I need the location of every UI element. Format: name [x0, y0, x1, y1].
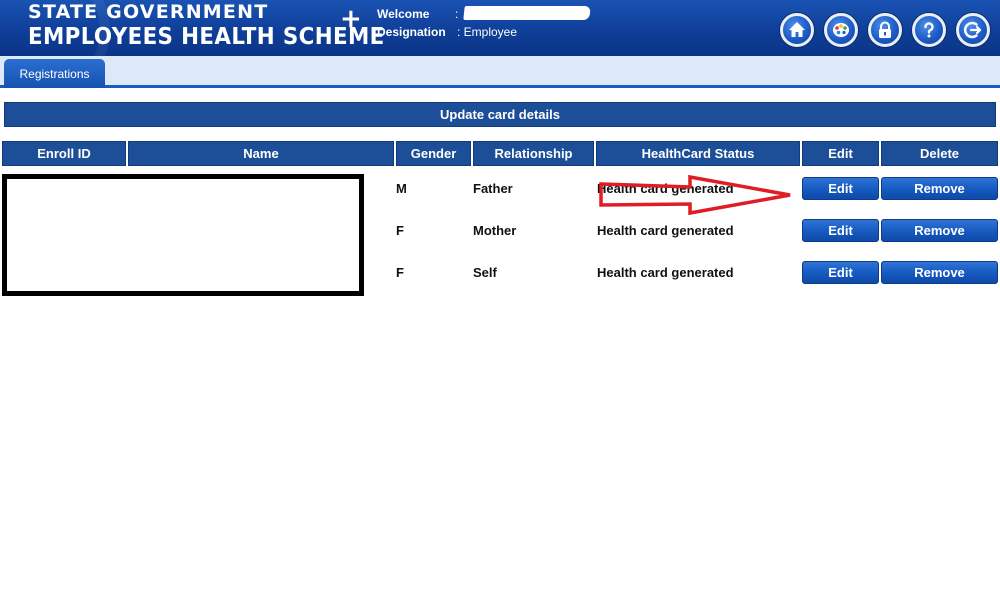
plus-logo-icon: +	[340, 4, 362, 34]
row2-remove-button[interactable]: Remove	[881, 219, 998, 242]
help-button[interactable]	[912, 13, 946, 47]
app-header: STATE GOVERNMENT EMPLOYEES HEALTH SCHEME…	[0, 0, 1000, 56]
row1-gender: M	[396, 181, 407, 196]
app-title-line2: EMPLOYEES HEALTH SCHEME	[28, 24, 385, 50]
redacted-enroll-name-block	[2, 174, 364, 296]
row1-remove-button[interactable]: Remove	[881, 177, 998, 200]
palette-icon	[833, 23, 849, 37]
help-icon	[924, 22, 934, 38]
welcome-label: Welcome	[377, 7, 430, 21]
row2-gender: F	[396, 223, 404, 238]
row3-remove-button[interactable]: Remove	[881, 261, 998, 284]
designation-label: Designation	[377, 25, 446, 39]
column-header-delete: Delete	[881, 141, 998, 166]
row2-relationship: Mother	[473, 223, 517, 238]
row2-edit-button[interactable]: Edit	[802, 219, 879, 242]
lock-icon	[879, 21, 891, 38]
designation-value: : Employee	[457, 25, 518, 39]
column-header-name: Name	[128, 141, 394, 166]
row1-relationship: Father	[473, 181, 513, 196]
row3-edit-button[interactable]: Edit	[802, 261, 879, 284]
tab-registrations[interactable]: Registrations	[4, 59, 105, 88]
theme-button[interactable]	[824, 13, 858, 47]
column-header-relationship: Relationship	[473, 141, 594, 166]
home-icon	[789, 22, 805, 37]
tab-bar: Registrations	[0, 56, 1000, 88]
row3-gender: F	[396, 265, 404, 280]
section-title: Update card details	[4, 102, 996, 127]
column-header-gender: Gender	[396, 141, 471, 166]
logout-icon	[964, 21, 982, 39]
row2-status: Health card generated	[597, 223, 734, 238]
welcome-colon: :	[455, 7, 459, 21]
row1-edit-button[interactable]: Edit	[802, 177, 879, 200]
redacted-user-name	[463, 6, 591, 20]
row3-relationship: Self	[473, 265, 497, 280]
row3-status: Health card generated	[597, 265, 734, 280]
column-header-enroll-id: Enroll ID	[2, 141, 126, 166]
column-header-healthcard-status: HealthCard Status	[596, 141, 800, 166]
home-button[interactable]	[780, 13, 814, 47]
app-title-line1: STATE GOVERNMENT	[28, 1, 269, 23]
lock-button[interactable]	[868, 13, 902, 47]
logout-button[interactable]	[956, 13, 990, 47]
column-header-edit: Edit	[802, 141, 879, 166]
row1-status: Health card generated	[597, 181, 734, 196]
